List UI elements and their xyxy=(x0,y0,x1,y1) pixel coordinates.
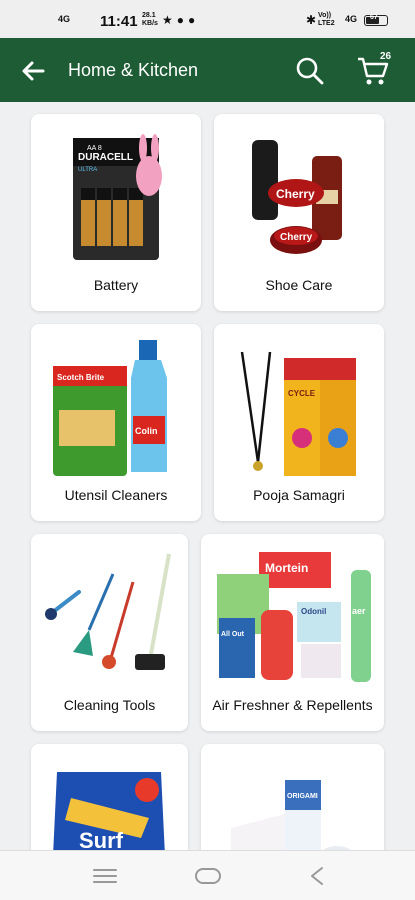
aer-text: aer xyxy=(352,606,366,616)
odonil-text: Odonil xyxy=(301,607,326,616)
clock: 11:41 xyxy=(100,13,138,30)
utensil-cleaner-product-image: Scotch Brite Colin xyxy=(53,340,167,476)
search-icon[interactable] xyxy=(294,55,326,87)
category-card-battery[interactable]: AA 8 DURACELL ULTRA Battery xyxy=(31,114,201,311)
shoe-polish-product-image: Cherry Cherry xyxy=(252,140,342,254)
incense-brand-text: CYCLE xyxy=(288,389,316,398)
category-label: Air Freshner & Repellents xyxy=(212,697,373,713)
page-title: Home & Kitchen xyxy=(68,60,199,80)
category-label: Shoe Care xyxy=(265,277,333,293)
notification-icons: ★●● xyxy=(162,13,200,27)
category-card-cleaning-tools[interactable]: Cleaning Tools xyxy=(31,534,188,731)
home-button-icon[interactable] xyxy=(192,865,224,887)
surf-text: Surf xyxy=(79,828,124,850)
battery-percent: 67 xyxy=(370,14,378,21)
recent-apps-icon[interactable] xyxy=(90,865,120,887)
cleaning-tools-product-image xyxy=(45,553,171,670)
incense-product-image: CYCLE xyxy=(240,351,356,476)
category-label: Utensil Cleaners xyxy=(64,487,168,503)
back-arrow-icon[interactable] xyxy=(18,56,48,86)
duracell-sub-text: ULTRA xyxy=(78,167,97,173)
volte-line1: Vo)) xyxy=(318,12,332,19)
network-speed: 28.1 KB/s xyxy=(142,12,158,28)
status-bar: 4G 11:41 28.1 KB/s ★●● ✱ Vo)) LTE2 4G 67 xyxy=(0,0,415,38)
bluetooth-icon: ✱ xyxy=(306,13,317,27)
origami-text: ORIGAMI xyxy=(287,793,318,800)
system-nav-bar xyxy=(0,850,415,900)
network-type: 4G xyxy=(345,14,358,24)
system-back-icon[interactable] xyxy=(304,865,330,887)
cherry-top-text: Cherry xyxy=(276,187,315,201)
air-freshener-product-image: Mortein All Out Odonil aer xyxy=(217,552,371,682)
duracell-size-text: AA 8 xyxy=(87,145,102,152)
category-card-air-freshner-repellents[interactable]: Mortein All Out Odonil aer Air Freshner … xyxy=(201,534,384,731)
cherry-bottom-text: Cherry xyxy=(280,232,313,243)
network-speed-unit: KB/s xyxy=(142,20,158,27)
duracell-brand-text: DURACELL xyxy=(78,152,133,163)
category-grid: AA 8 DURACELL ULTRA Battery Cherry Cherr… xyxy=(0,102,415,850)
cart-count-badge: 26 xyxy=(380,51,392,62)
battery-icon: 67 xyxy=(364,14,388,26)
detergent-product-image: Surf excel xyxy=(53,772,165,850)
category-card-shoe-care[interactable]: Cherry Cherry Shoe Care xyxy=(214,114,384,311)
scotch-brite-text: Scotch Brite xyxy=(57,373,105,382)
colin-text: Colin xyxy=(135,426,158,436)
volte-indicator: Vo)) LTE2 xyxy=(318,12,335,28)
category-card-pooja-samagri[interactable]: CYCLE Pooja Samagri xyxy=(214,324,384,521)
tissue-product-image: ORIGAMI xyxy=(231,780,351,850)
battery-product-image: AA 8 DURACELL ULTRA xyxy=(73,134,162,260)
volte-line2: LTE2 xyxy=(318,20,335,27)
category-card-utensil-cleaners[interactable]: Scotch Brite Colin Utensil Cleaners xyxy=(31,324,201,521)
category-card-tissue-paper[interactable]: ORIGAMI xyxy=(201,744,384,850)
network-speed-value: 28.1 xyxy=(142,12,156,19)
category-label: Cleaning Tools xyxy=(63,697,156,713)
allout-text: All Out xyxy=(221,631,245,638)
app-bar: Home & Kitchen 26 xyxy=(0,38,415,102)
signal-indicator: 4G xyxy=(58,14,71,24)
category-card-detergent[interactable]: Surf excel xyxy=(31,744,188,850)
category-label: Pooja Samagri xyxy=(253,487,345,503)
mortein-text: Mortein xyxy=(265,561,308,575)
category-label: Battery xyxy=(93,277,139,293)
